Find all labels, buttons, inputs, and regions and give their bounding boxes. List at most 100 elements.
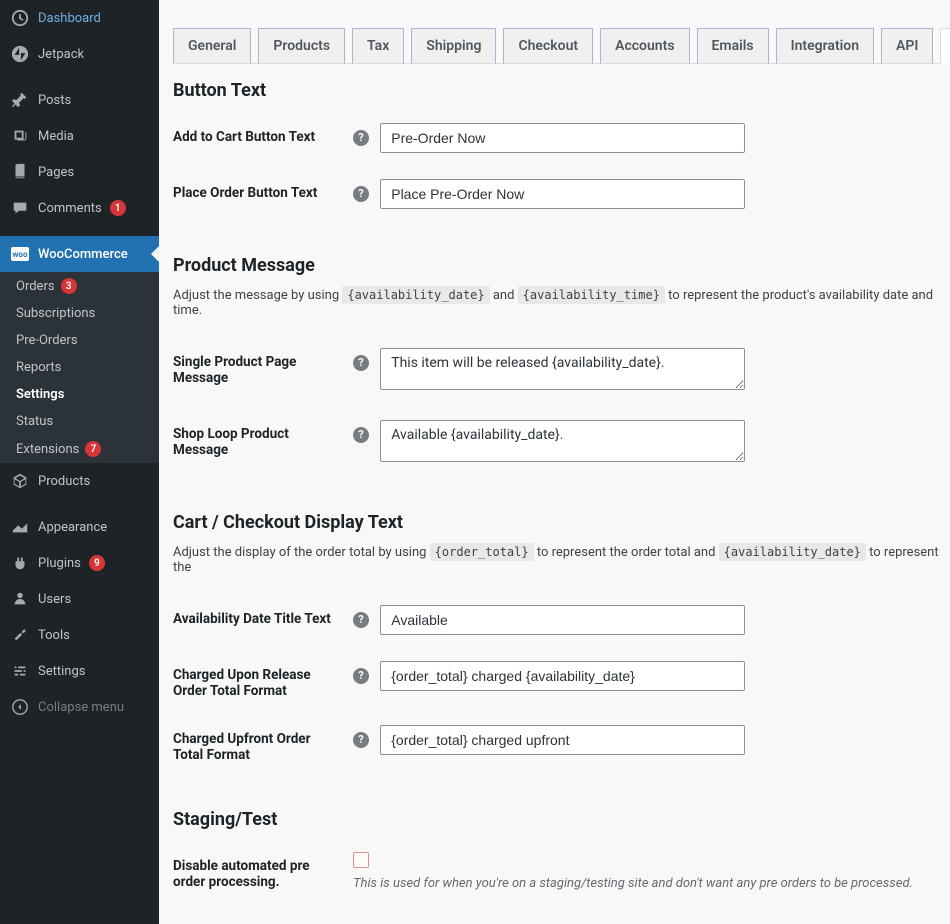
- plugins-icon: [10, 553, 30, 573]
- charged-release-input[interactable]: [380, 661, 745, 691]
- help-icon[interactable]: ?: [353, 732, 369, 748]
- menu-label: WooCommerce: [38, 247, 128, 262]
- tab-checkout[interactable]: Checkout: [503, 28, 593, 64]
- main-content: General Products Tax Shipping Checkout A…: [159, 0, 950, 924]
- products-icon: [10, 471, 30, 491]
- menu-label: Comments: [38, 201, 102, 216]
- menu-label: Settings: [38, 664, 85, 679]
- submenu-settings[interactable]: Settings: [0, 381, 159, 408]
- sidebar-item-collapse[interactable]: Collapse menu: [0, 689, 159, 725]
- help-icon[interactable]: ?: [353, 186, 369, 202]
- section-description: Adjust the display of the order total by…: [173, 545, 950, 575]
- submenu-label: Extensions: [16, 442, 79, 457]
- field-label: Charged Upon Release Order Total Format: [173, 651, 353, 715]
- sidebar-item-jetpack[interactable]: Jetpack: [0, 36, 159, 72]
- help-icon[interactable]: ?: [353, 355, 369, 371]
- sidebar-item-woocommerce[interactable]: woo WooCommerce: [0, 236, 159, 272]
- settings-icon: [10, 661, 30, 681]
- menu-label: Appearance: [38, 520, 107, 535]
- extensions-badge: 7: [85, 441, 101, 457]
- menu-label: Dashboard: [38, 11, 101, 26]
- submenu-label: Status: [16, 414, 53, 429]
- tab-shipping[interactable]: Shipping: [411, 28, 496, 64]
- submenu-reports[interactable]: Reports: [0, 354, 159, 381]
- place-order-text-input[interactable]: [380, 179, 745, 209]
- media-icon: [10, 126, 30, 146]
- tab-tax[interactable]: Tax: [352, 28, 404, 64]
- field-label: Disable automated pre order processing.: [173, 842, 353, 907]
- pin-icon: [10, 90, 30, 110]
- settings-tabs: General Products Tax Shipping Checkout A…: [173, 28, 950, 64]
- section-cart-checkout: Cart / Checkout Display Text Adjust the …: [173, 512, 950, 779]
- tab-api[interactable]: API: [881, 28, 933, 64]
- submenu-status[interactable]: Status: [0, 408, 159, 435]
- single-product-message-textarea[interactable]: This item will be released {availability…: [380, 348, 745, 390]
- section-description: Adjust the message by using {availabilit…: [173, 288, 950, 318]
- sidebar-item-posts[interactable]: Posts: [0, 82, 159, 118]
- tab-integration[interactable]: Integration: [776, 28, 874, 64]
- submenu-label: Subscriptions: [16, 306, 95, 321]
- sidebar-item-users[interactable]: Users: [0, 581, 159, 617]
- sidebar-item-appearance[interactable]: Appearance: [0, 509, 159, 545]
- checkbox-description: This is used for when you're on a stagin…: [353, 876, 950, 891]
- woocommerce-icon: woo: [10, 244, 30, 264]
- menu-label: Pages: [38, 165, 74, 180]
- sidebar-item-dashboard[interactable]: Dashboard: [0, 0, 159, 36]
- sidebar-item-pages[interactable]: Pages: [0, 154, 159, 190]
- shop-loop-message-textarea[interactable]: Available {availability_date}.: [380, 420, 745, 462]
- submenu-extensions[interactable]: Extensions 7: [0, 435, 159, 463]
- menu-label: Products: [38, 474, 90, 489]
- add-to-cart-text-input[interactable]: [380, 123, 745, 153]
- users-icon: [10, 589, 30, 609]
- sidebar-item-products[interactable]: Products: [0, 463, 159, 499]
- submenu-label: Reports: [16, 360, 61, 375]
- help-icon[interactable]: ?: [353, 668, 369, 684]
- charged-upfront-input[interactable]: [380, 725, 745, 755]
- help-icon[interactable]: ?: [353, 427, 369, 443]
- field-label: Availability Date Title Text: [173, 595, 353, 651]
- tab-general[interactable]: General: [173, 28, 251, 64]
- menu-label: Tools: [38, 628, 70, 643]
- tab-accounts[interactable]: Accounts: [600, 28, 689, 64]
- section-heading: Product Message: [173, 255, 950, 276]
- disable-processing-checkbox[interactable]: [353, 852, 369, 868]
- section-heading: Cart / Checkout Display Text: [173, 512, 950, 533]
- dashboard-icon: [10, 8, 30, 28]
- woocommerce-submenu: Orders 3 Subscriptions Pre-Orders Report…: [0, 272, 159, 463]
- submenu-label: Pre-Orders: [16, 333, 78, 348]
- appearance-icon: [10, 517, 30, 537]
- sidebar-item-plugins[interactable]: Plugins 9: [0, 545, 159, 581]
- submenu-orders[interactable]: Orders 3: [0, 272, 159, 300]
- help-icon[interactable]: ?: [353, 612, 369, 628]
- tab-preorders[interactable]: Pre-Orders: [940, 28, 950, 64]
- menu-label: Posts: [38, 93, 71, 108]
- section-heading: Button Text: [173, 80, 950, 101]
- tools-icon: [10, 625, 30, 645]
- section-button-text: Button Text Add to Cart Button Text ? Pl…: [173, 80, 950, 225]
- field-label: Single Product Page Message: [173, 338, 353, 410]
- menu-label: Collapse menu: [38, 700, 124, 715]
- menu-label: Jetpack: [38, 47, 84, 62]
- menu-label: Plugins: [38, 556, 81, 571]
- comments-badge: 1: [110, 200, 126, 216]
- tab-emails[interactable]: Emails: [697, 28, 769, 64]
- field-label: Shop Loop Product Message: [173, 410, 353, 482]
- sidebar-item-comments[interactable]: Comments 1: [0, 190, 159, 226]
- sidebar-item-media[interactable]: Media: [0, 118, 159, 154]
- jetpack-icon: [10, 44, 30, 64]
- submenu-label: Orders: [16, 279, 55, 294]
- submenu-preorders[interactable]: Pre-Orders: [0, 327, 159, 354]
- availability-title-input[interactable]: [380, 605, 745, 635]
- help-icon[interactable]: ?: [353, 130, 369, 146]
- pages-icon: [10, 162, 30, 182]
- section-staging: Staging/Test Disable automated pre order…: [173, 809, 950, 907]
- sidebar-item-tools[interactable]: Tools: [0, 617, 159, 653]
- admin-sidebar: Dashboard Jetpack Posts Media Pages Comm…: [0, 0, 159, 924]
- submenu-subscriptions[interactable]: Subscriptions: [0, 300, 159, 327]
- section-product-message: Product Message Adjust the message by us…: [173, 255, 950, 482]
- tab-products[interactable]: Products: [258, 28, 345, 64]
- section-heading: Staging/Test: [173, 809, 950, 830]
- field-label: Place Order Button Text: [173, 169, 353, 225]
- sidebar-item-settings[interactable]: Settings: [0, 653, 159, 689]
- field-label: Add to Cart Button Text: [173, 113, 353, 169]
